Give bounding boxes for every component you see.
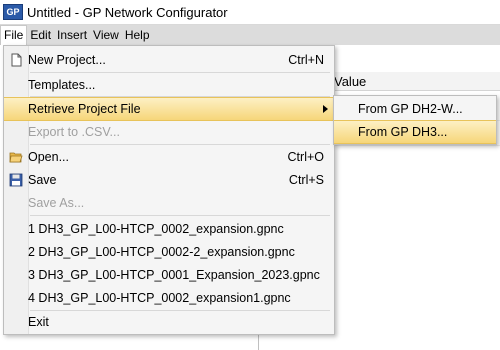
- submenu-item-label: From GP DH2-W...: [358, 102, 463, 116]
- retrieve-project-submenu: From GP DH2-W... From GP DH3...: [333, 95, 497, 145]
- menu-item-retrieve-project-file[interactable]: Retrieve Project File: [4, 97, 334, 121]
- menu-item-recent-file-3[interactable]: 3 DH3_GP_L00-HTCP_0001_Expansion_2023.gp…: [4, 264, 334, 286]
- menu-item-label: Exit: [28, 315, 49, 329]
- menu-item-label: New Project...: [28, 53, 106, 67]
- menu-separator: [30, 72, 330, 73]
- menu-item-templates[interactable]: Templates...: [4, 74, 334, 96]
- value-column-header[interactable]: Value: [330, 72, 500, 91]
- menu-item-label: 2 DH3_GP_L00-HTCP_0002-2_expansion.gpnc: [28, 245, 295, 259]
- menu-item-open[interactable]: Open... Ctrl+O: [4, 146, 334, 168]
- submenu-item-from-dh2[interactable]: From GP DH2-W...: [334, 98, 496, 120]
- menu-item-label: Save: [28, 173, 57, 187]
- menu-item-label: Retrieve Project File: [28, 102, 141, 116]
- menu-item-recent-file-4[interactable]: 4 DH3_GP_L00-HTCP_0002_expansion1.gpnc: [4, 287, 334, 309]
- menu-item-label: 3 DH3_GP_L00-HTCP_0001_Expansion_2023.gp…: [28, 268, 320, 282]
- menu-separator: [30, 144, 330, 145]
- table-row-divider: [330, 145, 500, 146]
- new-document-icon: [11, 53, 22, 67]
- menu-separator: [30, 215, 330, 216]
- menu-item-label: 1 DH3_GP_L00-HTCP_0002_expansion.gpnc: [28, 222, 284, 236]
- submenu-item-label: From GP DH3...: [358, 125, 448, 139]
- menu-item-new-project[interactable]: New Project... Ctrl+N: [4, 49, 334, 71]
- menu-insert[interactable]: Insert: [54, 25, 90, 45]
- menu-view[interactable]: View: [90, 25, 122, 45]
- menu-file[interactable]: File: [0, 25, 28, 45]
- menu-item-shortcut: Ctrl+N: [288, 53, 324, 67]
- file-menu: New Project... Ctrl+N Templates... Retri…: [3, 45, 335, 335]
- menu-item-save-as[interactable]: Save As...: [4, 192, 334, 214]
- menu-item-shortcut: Ctrl+O: [287, 150, 324, 164]
- submenu-arrow-icon: [323, 105, 328, 113]
- menu-item-exit[interactable]: Exit: [4, 311, 334, 333]
- menu-item-label: Save As...: [28, 196, 85, 210]
- menu-item-save[interactable]: Save Ctrl+S: [4, 169, 334, 191]
- open-folder-icon: [9, 152, 23, 163]
- value-column-label: Value: [334, 74, 367, 89]
- menu-item-label: Templates...: [28, 78, 96, 92]
- menu-help[interactable]: Help: [122, 25, 153, 45]
- menu-item-recent-file-2[interactable]: 2 DH3_GP_L00-HTCP_0002-2_expansion.gpnc: [4, 241, 334, 263]
- menu-edit[interactable]: Edit: [27, 25, 54, 45]
- app-icon: GP: [3, 4, 23, 20]
- title-bar: GP Untitled - GP Network Configurator: [0, 0, 500, 25]
- submenu-item-from-dh3[interactable]: From GP DH3...: [334, 120, 496, 144]
- menu-item-label: 4 DH3_GP_L00-HTCP_0002_expansion1.gpnc: [28, 291, 291, 305]
- menu-item-export-csv[interactable]: Export to .CSV...: [4, 121, 334, 143]
- save-disk-icon: [9, 173, 23, 187]
- menu-item-recent-file-1[interactable]: 1 DH3_GP_L00-HTCP_0002_expansion.gpnc: [4, 218, 334, 240]
- menu-item-label: Export to .CSV...: [28, 125, 120, 139]
- column-divider: [258, 335, 259, 350]
- window-title: Untitled - GP Network Configurator: [27, 4, 228, 20]
- menu-item-label: Open...: [28, 150, 69, 164]
- menu-item-shortcut: Ctrl+S: [288, 173, 324, 187]
- menu-bar: File Edit Insert View Help: [0, 25, 500, 45]
